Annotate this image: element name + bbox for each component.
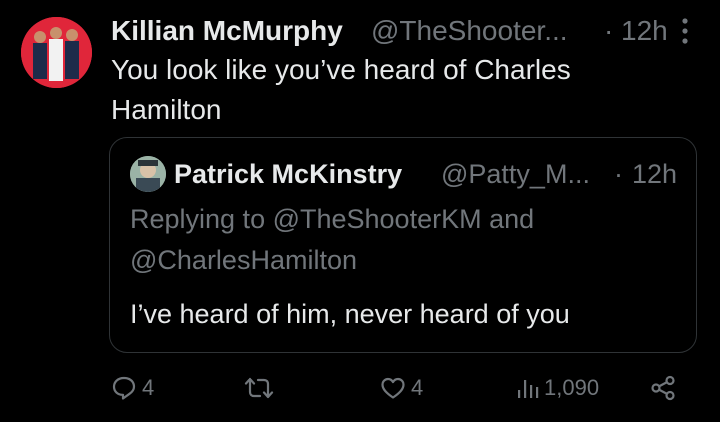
retweet-icon: [244, 377, 274, 399]
views-button[interactable]: 1,090: [515, 371, 599, 405]
reply-count: 4: [142, 375, 155, 400]
author-handle[interactable]: @TheShooter...: [371, 12, 568, 50]
retweet-button[interactable]: [244, 371, 274, 405]
tweet-header: Killian McMurphy @TheShooter... · 12h: [111, 12, 701, 52]
tweet-time[interactable]: 12h: [621, 12, 668, 50]
like-icon: [381, 377, 405, 399]
quoted-author-avatar[interactable]: [130, 156, 166, 192]
tweet-text: You look like you’ve heard of Charles Ha…: [111, 54, 571, 125]
author-name[interactable]: Killian McMurphy: [111, 12, 343, 50]
quoted-author-handle[interactable]: @Patty_M...: [441, 156, 590, 192]
more-icon[interactable]: [681, 18, 689, 44]
quoted-time[interactable]: 12h: [632, 156, 677, 192]
reply-button[interactable]: 4: [111, 371, 154, 405]
separator-dot: ·: [604, 15, 614, 46]
views-count: 1,090: [544, 375, 600, 400]
like-button[interactable]: 4: [380, 371, 423, 405]
quoted-author-name[interactable]: Patrick McKinstry: [174, 156, 402, 192]
replying-to: Replying to @TheShooterKM and @CharlesHa…: [130, 204, 535, 275]
share-icon: [651, 375, 675, 401]
quoted-text: I’ve heard of him, never heard of you: [130, 299, 570, 329]
share-button[interactable]: [650, 371, 676, 405]
quoted-separator-dot: ·: [614, 159, 623, 189]
quoted-tweet[interactable]: Patrick McKinstry @Patty_M... · 12h Repl…: [109, 137, 697, 353]
views-icon: [518, 380, 539, 398]
author-avatar[interactable]: [21, 17, 92, 88]
like-count: 4: [411, 375, 424, 400]
reply-icon: [112, 376, 136, 400]
